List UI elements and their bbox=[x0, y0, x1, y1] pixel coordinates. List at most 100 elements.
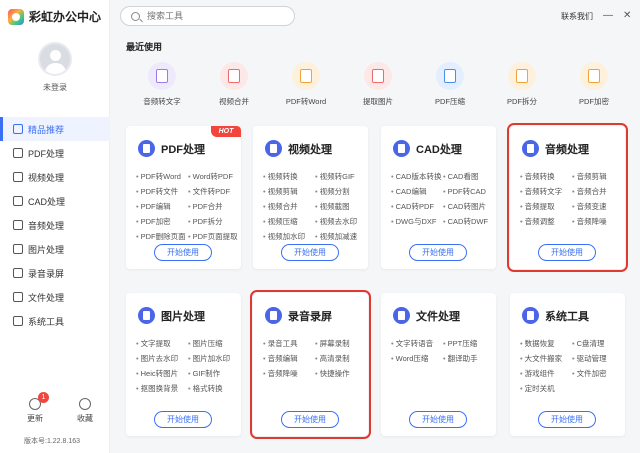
recent-item-pdf-split[interactable]: PDF拆分 bbox=[486, 62, 558, 107]
card-tool-item[interactable]: Word转PDF bbox=[188, 171, 240, 182]
start-button[interactable]: 开始使用 bbox=[281, 244, 339, 261]
card-tool-item[interactable]: 音频转换 bbox=[520, 171, 572, 182]
card-tool-item[interactable]: 图片压缩 bbox=[188, 338, 240, 349]
sidebar-item-image[interactable]: 图片处理 bbox=[0, 237, 110, 261]
start-button[interactable]: 开始使用 bbox=[409, 411, 467, 428]
card-tool-item[interactable]: PDF编辑 bbox=[136, 201, 188, 212]
contact-link[interactable]: 联系我们 bbox=[561, 11, 593, 22]
card-tool-item[interactable]: 定时关机 bbox=[520, 383, 572, 394]
sidebar-item-cad[interactable]: CAD处理 bbox=[0, 189, 110, 213]
card-tool-item[interactable]: CAD版本转换 bbox=[391, 171, 443, 182]
card-tool-item[interactable]: 文字转语音 bbox=[391, 338, 443, 349]
card-tool-item[interactable]: PPT压缩 bbox=[443, 338, 495, 349]
card-tool-item[interactable]: PDF加密 bbox=[136, 216, 188, 227]
card-tool-item[interactable]: 视频去水印 bbox=[315, 216, 367, 227]
sidebar-item-system[interactable]: 系统工具 bbox=[0, 309, 110, 333]
favorite-button[interactable]: 收藏 bbox=[70, 398, 100, 424]
card-tool-item[interactable]: PDF合并 bbox=[188, 201, 240, 212]
card-tool-item[interactable]: 视频合并 bbox=[263, 201, 315, 212]
card-tool-item[interactable]: C盘清理 bbox=[572, 338, 624, 349]
card-tool-item[interactable]: 视频转GIF bbox=[315, 171, 367, 182]
recent-item-extract-image[interactable]: 提取图片 bbox=[342, 62, 414, 107]
sidebar-item-audio[interactable]: 音频处理 bbox=[0, 213, 110, 237]
file-icon bbox=[508, 62, 536, 90]
sidebar-item-recommended[interactable]: 精品推荐 bbox=[0, 117, 110, 141]
pdf-icon bbox=[138, 140, 155, 157]
card-tool-item[interactable]: 翻译助手 bbox=[443, 353, 495, 364]
card-tool-item[interactable]: PDF拆分 bbox=[188, 216, 240, 227]
card-tool-item[interactable]: GIF制作 bbox=[188, 368, 240, 379]
card-tool-item[interactable]: 快捷操作 bbox=[315, 368, 367, 379]
card-tool-item[interactable]: 抠图换背景 bbox=[136, 383, 188, 394]
card-tool-item[interactable]: 文字提取 bbox=[136, 338, 188, 349]
card-tool-item[interactable]: 视频转换 bbox=[263, 171, 315, 182]
start-button[interactable]: 开始使用 bbox=[154, 411, 212, 428]
sidebar-item-pdf[interactable]: PDF处理 bbox=[0, 141, 110, 165]
card-tool-item[interactable]: CAD看图 bbox=[443, 171, 495, 182]
recent-item-video-merge[interactable]: 视频合并 bbox=[198, 62, 270, 107]
card-tool-item[interactable]: Word压缩 bbox=[391, 353, 443, 364]
card-tool-item[interactable]: 视频加水印 bbox=[263, 231, 315, 242]
close-button[interactable]: ✕ bbox=[623, 10, 631, 21]
update-button[interactable]: 1 更新 bbox=[20, 392, 50, 424]
card-tool-item[interactable]: 音频降噪 bbox=[572, 216, 624, 227]
card-tool-item[interactable]: 录音工具 bbox=[263, 338, 315, 349]
start-button[interactable]: 开始使用 bbox=[409, 244, 467, 261]
card-tool-item[interactable]: 文件加密 bbox=[572, 368, 624, 379]
card-tool-item[interactable]: 音频合并 bbox=[572, 186, 624, 197]
minimize-button[interactable]: — bbox=[603, 10, 613, 21]
card-tool-item[interactable]: 视频加减速 bbox=[315, 231, 367, 242]
avatar[interactable] bbox=[38, 42, 72, 76]
card-tool-item[interactable]: 音频提取 bbox=[520, 201, 572, 212]
card-tool-item[interactable]: 屏幕录制 bbox=[315, 338, 367, 349]
recent-item-pdf-compress[interactable]: PDF压缩 bbox=[414, 62, 486, 107]
card-tool-item[interactable]: PDF转Word bbox=[136, 171, 188, 182]
sidebar-item-video[interactable]: 视频处理 bbox=[0, 165, 110, 189]
card-tool-item[interactable]: 音频降噪 bbox=[263, 368, 315, 379]
card-tool-item[interactable]: 游戏组件 bbox=[520, 368, 572, 379]
card-tool-item[interactable]: 音频调整 bbox=[520, 216, 572, 227]
card-tool-item[interactable]: CAD转DWF bbox=[443, 216, 495, 227]
start-button[interactable]: 开始使用 bbox=[154, 244, 212, 261]
card-tool-item[interactable]: 音频编辑 bbox=[263, 353, 315, 364]
folder-icon bbox=[393, 307, 410, 324]
sidebar-item-recording[interactable]: 录音录屏 bbox=[0, 261, 110, 285]
sidebar-item-file[interactable]: 文件处理 bbox=[0, 285, 110, 309]
card-tool-item[interactable]: 高清录制 bbox=[315, 353, 367, 364]
card-tool-item[interactable]: 文件转PDF bbox=[188, 186, 240, 197]
card-tool-item[interactable]: 视频压缩 bbox=[263, 216, 315, 227]
card-tool-item[interactable]: 驱动管理 bbox=[572, 353, 624, 364]
card-tool-item[interactable]: 大文件搬家 bbox=[520, 353, 572, 364]
card-tool-item[interactable]: PDF转CAD bbox=[443, 186, 495, 197]
file-icon bbox=[292, 62, 320, 90]
card-tool-item[interactable]: PDF转文件 bbox=[136, 186, 188, 197]
card-tool-item[interactable]: CAD编辑 bbox=[391, 186, 443, 197]
card-tool-item[interactable]: 格式转换 bbox=[188, 383, 240, 394]
start-button[interactable]: 开始使用 bbox=[538, 411, 596, 428]
card-tool-item[interactable]: CAD转图片 bbox=[443, 201, 495, 212]
card-tool-item[interactable]: CAD转PDF bbox=[391, 201, 443, 212]
card-tool-item[interactable]: 数据恢复 bbox=[520, 338, 572, 349]
recent-item-audio-to-text[interactable]: 音频转文字 bbox=[126, 62, 198, 107]
search-box[interactable] bbox=[120, 6, 295, 26]
card-tool-item[interactable]: 图片去水印 bbox=[136, 353, 188, 364]
card-tool-item[interactable]: 音频剪辑 bbox=[572, 171, 624, 182]
cad-icon bbox=[13, 196, 23, 206]
search-input[interactable] bbox=[147, 11, 267, 21]
card-tool-item[interactable]: 音频变速 bbox=[572, 201, 624, 212]
file-icon bbox=[436, 62, 464, 90]
card-tool-item[interactable]: PDF页面提取 bbox=[188, 231, 240, 242]
card-tool-item[interactable]: 图片加水印 bbox=[188, 353, 240, 364]
card-tool-item[interactable]: PDF删除页面 bbox=[136, 231, 188, 242]
recent-item-pdf-to-word[interactable]: PDF转Word bbox=[270, 62, 342, 107]
card-tool-item[interactable]: 音频转文字 bbox=[520, 186, 572, 197]
start-button[interactable]: 开始使用 bbox=[538, 244, 596, 261]
card-tool-item[interactable]: 视频分割 bbox=[315, 186, 367, 197]
card-tool-item[interactable]: Heic转图片 bbox=[136, 368, 188, 379]
card-tool-item[interactable]: 视频截图 bbox=[315, 201, 367, 212]
card-tool-item[interactable]: 视频剪辑 bbox=[263, 186, 315, 197]
card-tool-item[interactable]: DWG与DXF bbox=[391, 216, 443, 227]
start-button[interactable]: 开始使用 bbox=[281, 411, 339, 428]
recent-item-pdf-encrypt[interactable]: PDF加密 bbox=[558, 62, 630, 107]
login-status[interactable]: 未登录 bbox=[0, 82, 110, 93]
